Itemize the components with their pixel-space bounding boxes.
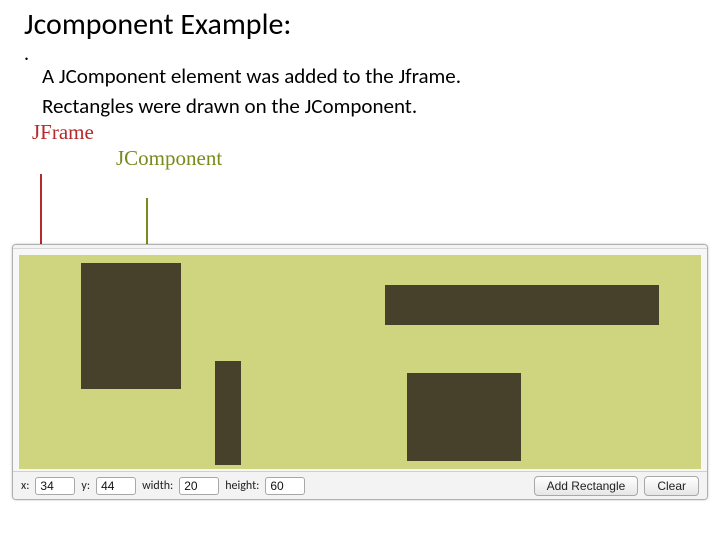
description-line-1: A JComponent element was added to the Jf… — [0, 59, 720, 89]
drawn-rectangle — [385, 285, 659, 325]
toolbar: x: y: width: height: Add Rectangle Clear — [13, 471, 707, 499]
jcomponent-canvas[interactable] — [19, 255, 701, 469]
drawn-rectangle — [81, 263, 181, 389]
jframe-pointer-line — [40, 174, 42, 248]
drawn-rectangle — [215, 361, 241, 465]
bullet-dot: . — [0, 49, 720, 59]
width-label: width: — [142, 479, 173, 493]
x-input[interactable] — [35, 477, 75, 495]
jcomponent-label: JComponent — [116, 146, 222, 171]
description-line-2: Rectangles were drawn on the JComponent. — [0, 89, 720, 119]
jframe-label: JFrame — [32, 120, 94, 145]
y-input[interactable] — [96, 477, 136, 495]
page-title: Jcomponent Example: — [0, 0, 720, 43]
drawn-rectangle — [407, 373, 521, 461]
add-rectangle-button[interactable]: Add Rectangle — [534, 476, 639, 496]
jframe-window: x: y: width: height: Add Rectangle Clear — [12, 244, 708, 500]
width-input[interactable] — [179, 477, 219, 495]
height-label: height: — [225, 479, 259, 493]
clear-button[interactable]: Clear — [644, 476, 699, 496]
y-label: y: — [81, 479, 90, 493]
x-label: x: — [21, 479, 29, 493]
window-titlebar — [13, 245, 707, 249]
height-input[interactable] — [265, 477, 305, 495]
